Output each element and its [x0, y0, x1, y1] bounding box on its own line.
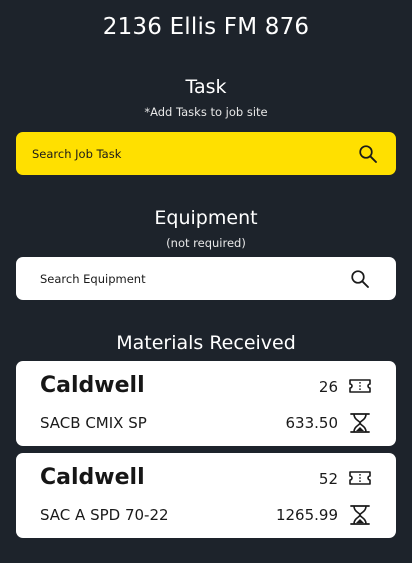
quantity-value: 633.50 — [285, 414, 339, 432]
search-icon[interactable] — [358, 144, 378, 164]
task-subheading: *Add Tasks to job site — [144, 105, 268, 119]
ticket-count: 26 — [318, 378, 338, 396]
equipment-search-placeholder: Search Equipment — [40, 271, 146, 286]
supplier-name: Caldwell — [40, 465, 145, 490]
ticket-count: 52 — [318, 470, 338, 488]
product-name: SAC A SPD 70-22 — [40, 506, 169, 524]
material-card[interactable]: Caldwell 26 SACB CMIX SP 633.50 — [16, 361, 396, 446]
ticket-icon — [349, 379, 371, 393]
equipment-search-input[interactable]: Search Equipment — [16, 257, 396, 300]
job-task-search-input[interactable]: Search Job Task — [16, 132, 396, 175]
job-task-search-placeholder: Search Job Task — [32, 146, 122, 161]
equipment-subheading: (not required) — [166, 236, 246, 250]
equipment-heading: Equipment — [154, 207, 258, 229]
supplier-name: Caldwell — [40, 373, 145, 398]
ticket-icon — [349, 471, 371, 485]
product-name: SACB CMIX SP — [40, 414, 147, 432]
search-icon[interactable] — [350, 269, 370, 289]
task-heading: Task — [185, 76, 227, 98]
materials-heading: Materials Received — [116, 332, 296, 354]
page-title: 2136 Ellis FM 876 — [102, 14, 310, 40]
quantity-value: 1265.99 — [275, 506, 338, 524]
hourglass-icon — [350, 505, 370, 525]
material-card[interactable]: Caldwell 52 SAC A SPD 70-22 1265.99 — [16, 453, 396, 538]
hourglass-icon — [350, 413, 370, 433]
